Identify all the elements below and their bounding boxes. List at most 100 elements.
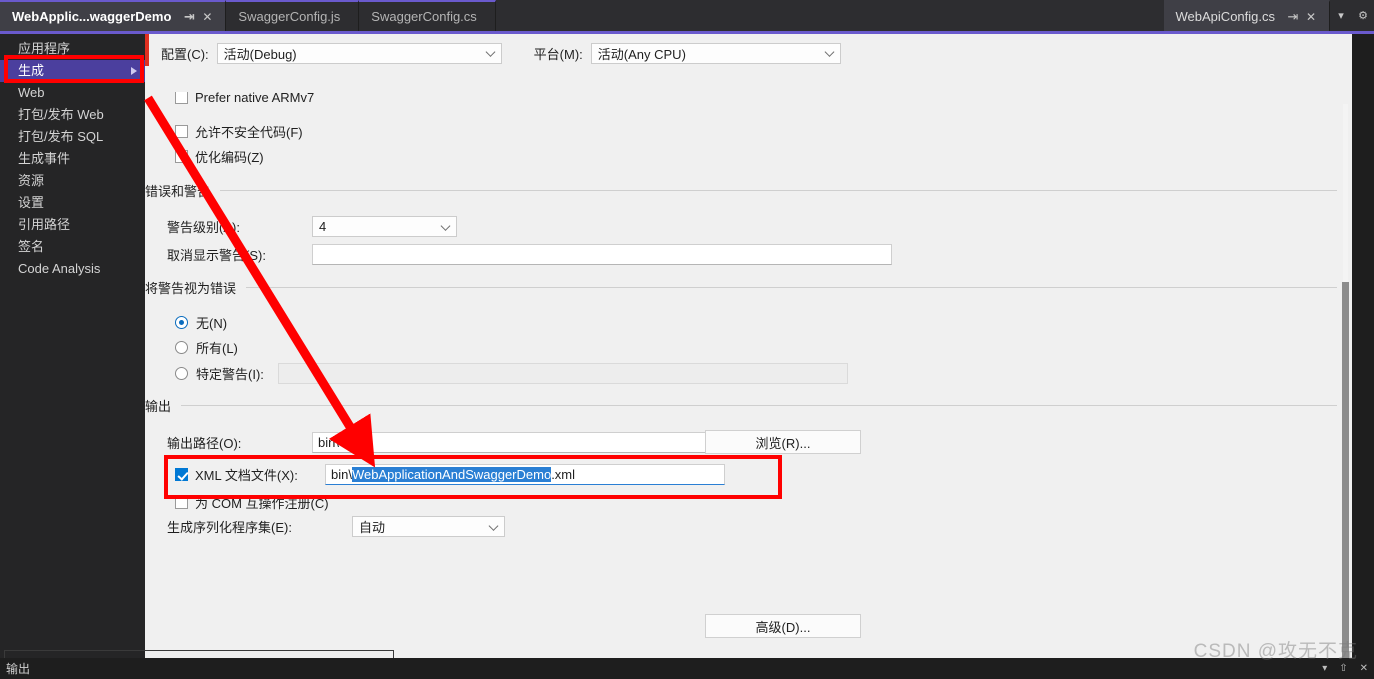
group-title: 输出 xyxy=(145,399,172,414)
radio-icon[interactable] xyxy=(175,341,188,354)
tab-strip-spacer xyxy=(495,0,1164,31)
tab-swaggerconfig-cs[interactable]: SwaggerConfig.cs xyxy=(359,0,496,31)
sidebar-build-highlight-box xyxy=(4,55,144,83)
browse-button[interactable]: 浏览(R)... xyxy=(705,430,861,454)
sidebar-item-label: 设置 xyxy=(18,195,45,210)
serialization-assembly-select[interactable]: 自动 xyxy=(352,516,505,537)
checkbox-icon[interactable] xyxy=(175,91,188,104)
radio-icon[interactable] xyxy=(175,367,188,380)
platform-select[interactable]: 活动(Any CPU) xyxy=(590,42,841,64)
configuration-select[interactable]: 活动(Debug) xyxy=(216,42,502,64)
treat-warnings-none-label: 无(N) xyxy=(196,316,228,331)
sidebar-item-label: 引用路径 xyxy=(18,217,71,232)
warning-level-label: 警告级别(A): xyxy=(167,220,240,235)
sidebar-item-signing[interactable]: 签名 xyxy=(0,236,145,258)
platform-value: 活动(Any CPU) xyxy=(597,46,686,62)
group-divider xyxy=(220,190,1337,191)
sidebar-item-label: 打包/发布 SQL xyxy=(18,129,104,144)
treat-warnings-all-radio-row[interactable]: 所有(L) xyxy=(175,338,238,357)
close-icon[interactable]: ✕ xyxy=(199,9,215,25)
suppress-warnings-label: 取消显示警告(S): xyxy=(167,248,266,263)
output-path-value: bin\ xyxy=(318,435,339,450)
treat-warnings-specific-label: 特定警告(I): xyxy=(196,367,264,382)
output-path-input[interactable]: bin\ xyxy=(312,432,712,453)
sidebar-item-label: Code Analysis xyxy=(18,261,101,276)
tab-label: SwaggerConfig.cs xyxy=(371,9,477,24)
pin-icon[interactable]: ⇧ xyxy=(1339,663,1347,674)
warning-level-row: 警告级别(A): 4 xyxy=(167,216,457,237)
tab-label: WebApplic...waggerDemo xyxy=(12,9,172,24)
sidebar-item-resources[interactable]: 资源 xyxy=(0,170,145,192)
sidebar-item-code-analysis[interactable]: Code Analysis xyxy=(0,258,145,280)
prefer-native-armv7-label: Prefer native ARMv7 xyxy=(195,90,315,105)
configuration-toolbar: 配置(C): 活动(Debug) 平台(M): 活动(Any CPU) xyxy=(145,40,1374,66)
specific-warnings-input[interactable] xyxy=(277,363,848,384)
pin-icon[interactable]: ⇥ xyxy=(181,9,197,25)
pane-right-gutter xyxy=(1352,34,1374,658)
project-properties-editor: 应用程序 生成 Web 打包/发布 Web 打包/发布 SQL 生成事件 资源 … xyxy=(0,34,1374,658)
sidebar-item-label: 打包/发布 Web xyxy=(18,107,104,122)
output-path-row: 输出路径(O): bin\ xyxy=(167,432,712,453)
chevron-down-icon xyxy=(824,47,835,57)
platform-label: 平台(M): xyxy=(533,46,583,62)
prefer-native-armv7-checkbox-row[interactable]: Prefer native ARMv7 xyxy=(175,90,314,105)
sidebar-item-package-web[interactable]: 打包/发布 Web xyxy=(0,104,145,126)
serialization-assembly-label: 生成序列化程序集(E): xyxy=(167,520,292,535)
allow-unsafe-code-checkbox-row[interactable]: 允许不安全代码(F) xyxy=(175,122,303,141)
configuration-value: 活动(Debug) xyxy=(223,46,297,62)
treat-warnings-none-radio-row[interactable]: 无(N) xyxy=(175,313,227,332)
checkbox-icon[interactable] xyxy=(175,150,188,163)
sidebar-item-reference-paths[interactable]: 引用路径 xyxy=(0,214,145,236)
status-bar: 输出 ▾ ⇧ ✕ xyxy=(0,658,1374,679)
configuration-label: 配置(C): xyxy=(161,46,209,62)
sidebar-item-package-sql[interactable]: 打包/发布 SQL xyxy=(0,126,145,148)
sidebar-item-label: 生成事件 xyxy=(18,151,71,166)
sidebar-item-label: 应用程序 xyxy=(18,41,71,56)
sidebar-item-settings[interactable]: 设置 xyxy=(0,192,145,214)
tab-swaggerconfig-js[interactable]: SwaggerConfig.js xyxy=(226,0,360,31)
scrollbar-thumb[interactable] xyxy=(1342,282,1349,658)
output-group-header: 输出 xyxy=(145,396,1337,415)
treat-warnings-specific-radio-row[interactable]: 特定警告(I): xyxy=(175,363,848,384)
group-title: 将警告视为错误 xyxy=(145,281,237,296)
output-panel-label: 输出 xyxy=(6,662,31,676)
browse-button-label: 浏览(R)... xyxy=(755,435,811,451)
close-icon[interactable]: ✕ xyxy=(1360,663,1368,674)
properties-sidebar: 应用程序 生成 Web 打包/发布 Web 打包/发布 SQL 生成事件 资源 … xyxy=(0,34,145,658)
chevron-down-icon[interactable]: ▾ xyxy=(1322,663,1327,674)
errors-warnings-group-header: 错误和警告 xyxy=(145,181,1337,200)
tab-label: WebApiConfig.cs xyxy=(1175,9,1275,24)
radio-icon[interactable] xyxy=(175,316,188,329)
optimize-code-label: 优化编码(Z) xyxy=(195,150,264,165)
close-icon[interactable]: ✕ xyxy=(1303,9,1319,25)
allow-unsafe-code-label: 允许不安全代码(F) xyxy=(195,125,303,140)
group-divider xyxy=(246,287,1337,288)
right-tab-group: WebApiConfig.cs ⇥ ✕ ▾ ⚙ xyxy=(1163,0,1374,31)
serialization-assembly-row: 生成序列化程序集(E): 自动 xyxy=(167,516,505,537)
warning-level-value: 4 xyxy=(319,219,327,234)
checkbox-icon[interactable] xyxy=(175,125,188,138)
chevron-down-icon[interactable]: ▾ xyxy=(1330,0,1352,31)
chevron-down-icon xyxy=(440,220,451,231)
treat-warnings-all-label: 所有(L) xyxy=(196,341,238,356)
tab-webapplication-swaggerdemo[interactable]: WebApplic...waggerDemo ⇥ ✕ xyxy=(0,0,227,31)
advanced-button[interactable]: 高级(D)... xyxy=(705,614,861,638)
watermark: CSDN @攻无不克 xyxy=(1193,641,1358,662)
pin-icon[interactable]: ⇥ xyxy=(1285,9,1301,25)
vertical-scrollbar[interactable] xyxy=(1339,104,1352,658)
gear-icon[interactable]: ⚙ xyxy=(1352,0,1374,31)
sidebar-item-label: Web xyxy=(18,85,45,100)
xml-doc-file-highlight-box xyxy=(164,455,782,499)
optimize-code-checkbox-row[interactable]: 优化编码(Z) xyxy=(175,147,264,166)
treat-warnings-group-header: 将警告视为错误 xyxy=(145,278,1337,297)
scroll-clip-mask xyxy=(145,78,1337,92)
sidebar-item-build-events[interactable]: 生成事件 xyxy=(0,148,145,170)
tab-strip: WebApplic...waggerDemo ⇥ ✕ SwaggerConfig… xyxy=(0,0,1374,31)
suppress-warnings-input[interactable] xyxy=(312,244,892,265)
sidebar-item-web[interactable]: Web xyxy=(0,82,145,104)
tab-webapiconfig-cs[interactable]: WebApiConfig.cs ⇥ ✕ xyxy=(1163,0,1330,31)
build-properties-pane: 配置(C): 活动(Debug) 平台(M): 活动(Any CPU) Pref… xyxy=(145,34,1374,658)
serialization-assembly-value: 自动 xyxy=(359,520,386,535)
warning-level-select[interactable]: 4 xyxy=(312,216,457,237)
group-divider xyxy=(181,405,1337,406)
